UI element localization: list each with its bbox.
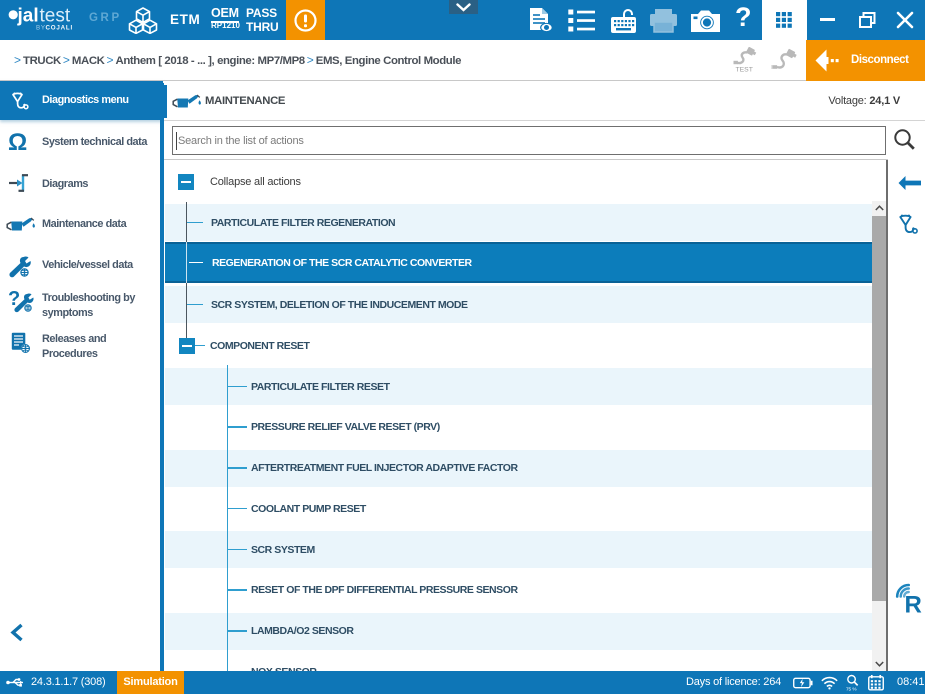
svg-text:R: R bbox=[905, 592, 922, 616]
svg-text:COJALI: COJALI bbox=[46, 25, 74, 32]
svg-text:jal: jal bbox=[17, 6, 39, 27]
svg-text:75 %: 75 % bbox=[846, 687, 857, 692]
svg-text:TEST: TEST bbox=[736, 67, 753, 74]
svg-text:BY: BY bbox=[36, 25, 46, 32]
svg-text:test: test bbox=[40, 6, 71, 27]
